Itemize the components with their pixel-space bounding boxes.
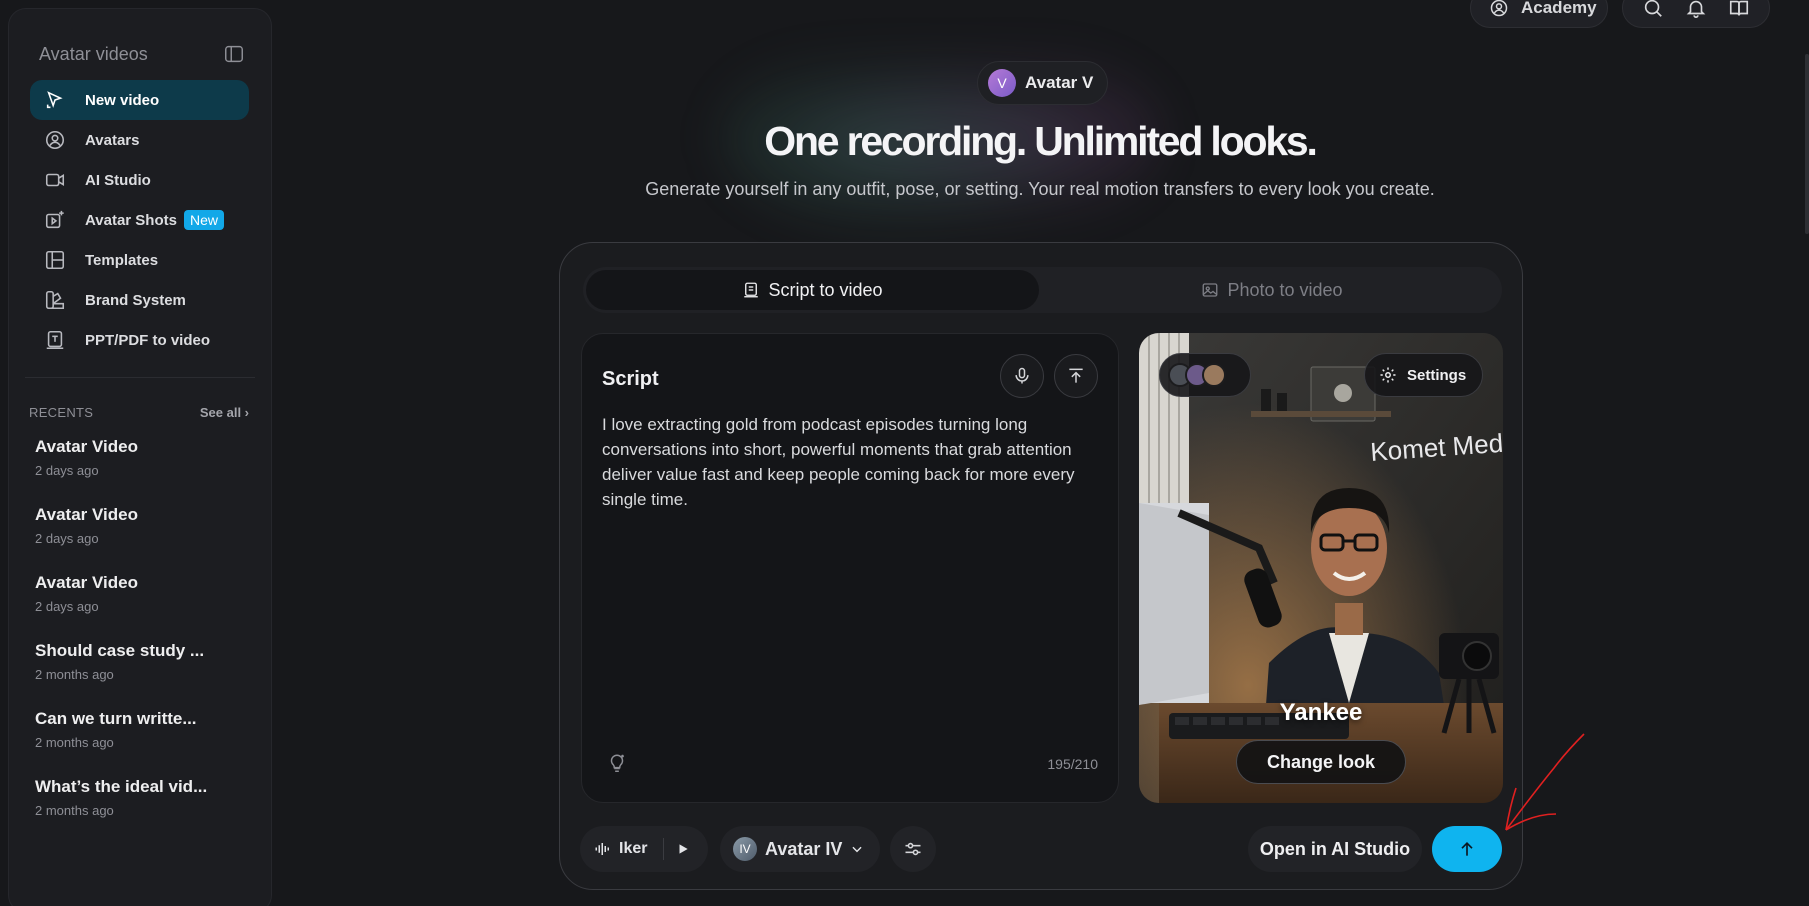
voice-separator [663, 838, 665, 860]
recent-date: 2 months ago [35, 803, 114, 818]
script-panel: Script I love extracting gold from podca… [581, 333, 1119, 803]
image-icon [1201, 281, 1219, 299]
sidebar-item-label: Brand System [85, 291, 186, 309]
sidebar-toggle-icon[interactable] [223, 43, 245, 65]
tab-photo-to-video[interactable]: Photo to video [1045, 270, 1499, 310]
recent-date: 2 months ago [35, 735, 114, 750]
sidebar-item-label: Templates [85, 251, 159, 269]
mode-tabs: Script to video Photo to video [583, 267, 1502, 313]
recent-title: What’s the ideal vid... [35, 777, 208, 796]
settings-label: Settings [1407, 366, 1467, 384]
model-name: Avatar IV [765, 838, 843, 859]
recent-item[interactable]: What’s the ideal vid... 2 months ago [35, 777, 255, 845]
recent-date: 2 days ago [35, 599, 99, 614]
character-counter: 195/210 [1047, 756, 1098, 772]
settings-button[interactable]: Settings [1364, 353, 1484, 397]
adjustments-button[interactable] [890, 826, 936, 872]
avatar-preview-image: Komet Med [1139, 333, 1503, 803]
recent-item[interactable]: Avatar Video 2 days ago [35, 573, 255, 641]
model-badge: IV [733, 837, 757, 861]
sidebar-item-avatar-shots[interactable]: Avatar Shots New [30, 200, 249, 240]
sidebar-item-new-video[interactable]: New video [30, 80, 249, 120]
sidebar-header: Avatar videos [39, 43, 245, 65]
creation-card: Script to video Photo to video Script I … [559, 242, 1523, 890]
cursor-icon [44, 89, 66, 111]
avatar-v-badge: V [988, 69, 1016, 97]
hero-title: One recording. Unlimited looks. [764, 118, 1318, 164]
sidebar-divider [25, 377, 255, 378]
sidebar-item-brand-system[interactable]: Brand System [30, 280, 249, 320]
bottom-toolbar: Iker IV Avatar IV Open in AI Studio [580, 826, 1502, 872]
recent-title: Should case study ... [35, 641, 205, 660]
see-all-link[interactable]: See all › [200, 405, 249, 420]
sliders-icon [903, 839, 923, 859]
avatar-picker-chip[interactable] [1159, 353, 1251, 397]
sidebar-item-templates[interactable]: Templates [30, 240, 249, 280]
microphone-icon [1012, 366, 1032, 386]
sidebar-item-label: PPT/PDF to video [85, 331, 211, 349]
recents-list: Avatar Video 2 days ago Avatar Video 2 d… [35, 437, 255, 845]
academy-button[interactable]: Academy [1470, 0, 1608, 28]
search-icon[interactable] [1642, 0, 1664, 19]
upload-icon [1066, 366, 1086, 386]
voice-selector[interactable]: Iker [580, 826, 708, 872]
recent-title: Avatar Video [35, 505, 138, 524]
palette-icon [44, 289, 66, 311]
script-title: Script [602, 368, 659, 390]
recents-header: RECENTS See all › [29, 405, 249, 420]
tab-label: Photo to video [1227, 279, 1343, 300]
hero-subtitle: Generate yourself in any outfit, pose, o… [645, 179, 1435, 199]
sidebar-title: Avatar videos [39, 43, 148, 64]
top-tools [1622, 0, 1770, 28]
avatar-preview[interactable]: Komet Med Settings Yankee Change look [1139, 333, 1503, 803]
recent-date: 2 days ago [35, 463, 99, 478]
tab-script-to-video[interactable]: Script to video [586, 270, 1039, 310]
sidebar-item-label: Avatar Shots [85, 211, 177, 229]
microphone-button[interactable] [1000, 354, 1044, 398]
book-icon[interactable] [1728, 0, 1750, 19]
waveform-icon [594, 840, 612, 858]
academy-user-icon [1489, 0, 1509, 18]
open-in-ai-studio-button[interactable]: Open in AI Studio [1248, 826, 1422, 872]
recent-date: 2 months ago [35, 667, 114, 682]
change-look-button[interactable]: Change look [1236, 740, 1406, 784]
arrow-up-icon [1457, 839, 1477, 859]
script-icon [742, 281, 760, 299]
recents-label: RECENTS [29, 405, 94, 420]
layout-icon [44, 249, 66, 271]
upload-script-button[interactable] [1054, 354, 1098, 398]
sparkle-video-icon [44, 209, 66, 231]
lightbulb-icon[interactable] [606, 752, 628, 774]
voice-name: Iker [619, 840, 648, 857]
chevron-down-icon [850, 842, 864, 856]
recent-title: Avatar Video [35, 573, 138, 592]
play-icon[interactable] [676, 842, 690, 856]
sidebar-item-label: New video [85, 91, 160, 109]
avatar-v-label: Avatar V [1025, 73, 1094, 92]
tab-label: Script to video [768, 279, 883, 300]
recent-title: Can we turn writte... [35, 709, 197, 728]
new-badge: New [183, 210, 224, 230]
recent-date: 2 days ago [35, 531, 99, 546]
sidebar-item-ppt-pdf[interactable]: PPT/PDF to video [30, 320, 249, 360]
script-textarea[interactable]: I love extracting gold from podcast epis… [602, 412, 1102, 512]
recent-item[interactable]: Avatar Video 2 days ago [35, 437, 255, 505]
recent-item[interactable]: Can we turn writte... 2 months ago [35, 709, 255, 777]
recent-item[interactable]: Should case study ... 2 months ago [35, 641, 255, 709]
recent-title: Avatar Video [35, 437, 138, 456]
recent-item[interactable]: Avatar Video 2 days ago [35, 505, 255, 573]
document-icon [44, 329, 66, 351]
generate-button[interactable] [1432, 826, 1502, 872]
academy-label: Academy [1521, 0, 1597, 17]
gear-icon [1379, 366, 1397, 384]
avatar-name: Yankee [1279, 699, 1363, 726]
bell-icon[interactable] [1685, 0, 1707, 19]
model-selector[interactable]: IV Avatar IV [720, 826, 880, 872]
avatar-thumb [1202, 363, 1226, 387]
avatar-v-pill[interactable]: V Avatar V [977, 61, 1109, 105]
